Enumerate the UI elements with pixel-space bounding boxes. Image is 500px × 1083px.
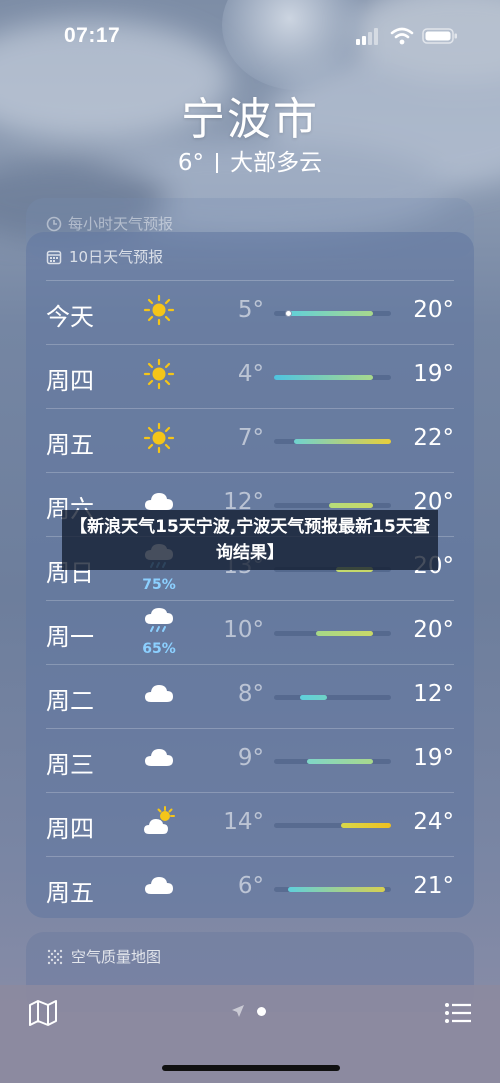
high-temperature: 22° (413, 425, 454, 451)
cloud-icon (142, 677, 176, 711)
temperature-range-fill (328, 503, 374, 508)
temperature-range-bar (274, 310, 391, 317)
signal-icon (356, 28, 378, 45)
hourly-title-text: 每小时天气预报 (68, 215, 174, 233)
cloud-icon (142, 869, 176, 903)
temperature-range-bar (274, 887, 391, 892)
location-arrow-icon (232, 1005, 244, 1017)
city-name: 宁波市 (181, 94, 319, 145)
forecast-day: 周二 (46, 687, 94, 715)
low-temperature: 6° (237, 873, 264, 899)
forecast-row[interactable]: 周五 6° 21° (46, 856, 454, 920)
forecast-row[interactable]: 周二 8° 12° (46, 664, 454, 728)
wifi-icon (390, 27, 414, 45)
low-temperature: 5° (237, 297, 264, 323)
high-temperature: 20° (413, 297, 454, 323)
temperature-range-bar (274, 759, 391, 764)
temperature-range-fill (306, 759, 374, 764)
location-header: 宁波市 6° 大部多云 (0, 94, 500, 178)
low-temperature: 9° (237, 745, 264, 771)
map-icon[interactable] (28, 999, 58, 1027)
temperature-range-bar (274, 695, 391, 700)
temperature-range-bar (274, 375, 391, 380)
high-temperature: 12° (413, 681, 454, 707)
low-temperature: 4° (237, 361, 264, 387)
status-bar: 07:17 (0, 0, 500, 76)
current-condition: 大部多云 (230, 150, 323, 176)
temperature-range-fill (285, 311, 374, 316)
forecast-day: 周五 (46, 431, 94, 459)
temperature-range-fill (340, 823, 391, 828)
precipitation-chance: 75% (142, 577, 176, 593)
low-temperature: 7° (237, 425, 264, 451)
high-temperature: 19° (413, 745, 454, 771)
status-time: 07:17 (64, 24, 121, 47)
temperature-range-bar (274, 439, 391, 444)
forecast-row[interactable]: 周四 4° 19° (46, 344, 454, 408)
temperature-range-fill (274, 375, 374, 380)
weather-summary: 6° 大部多云 (0, 148, 500, 178)
page-indicator[interactable] (231, 1004, 266, 1018)
forecast-row[interactable]: 周四 14° 24° (46, 792, 454, 856)
forecast-day: 今天 (46, 303, 94, 331)
daily-forecast-title: 10日天气预报 (46, 246, 163, 267)
battery-icon (422, 28, 457, 44)
temperature-range-fill (316, 631, 374, 636)
temperature-range-fill (293, 439, 391, 444)
temperature-range-bar (274, 503, 391, 508)
forecast-day: 周三 (46, 751, 94, 779)
current-temperature-marker (284, 310, 292, 317)
forecast-day: 周四 (46, 367, 94, 395)
temperature-range-fill (299, 695, 327, 700)
forecast-row[interactable]: 周一 65% 10° 20° (46, 600, 454, 664)
forecast-day: 周五 (46, 879, 94, 907)
high-temperature: 19° (413, 361, 454, 387)
overlay-banner: 【新浪天气15天宁波,宁波天气预报最新15天查询结果】 (62, 510, 438, 570)
forecast-row[interactable]: 周三 9° 19° (46, 728, 454, 792)
sun-icon (142, 421, 176, 455)
list-icon[interactable] (444, 1001, 472, 1025)
sun-icon (142, 357, 176, 391)
forecast-row[interactable]: 今天 5° 20° (46, 280, 454, 344)
high-temperature: 24° (413, 809, 454, 835)
air-quality-title-text: 空气质量地图 (71, 948, 162, 966)
low-temperature: 8° (237, 681, 264, 707)
temperature-range-fill (288, 887, 386, 892)
sun-icon (142, 293, 176, 327)
hourly-forecast-title: 每小时天气预报 (46, 213, 173, 234)
temperature-range-bar (274, 631, 391, 636)
home-indicator[interactable] (162, 1065, 340, 1071)
separator (216, 153, 219, 173)
forecast-day: 周四 (46, 815, 94, 843)
daily-title-text: 10日天气预报 (69, 248, 164, 266)
high-temperature: 21° (413, 873, 454, 899)
forecast-day: 周一 (46, 623, 94, 651)
high-temperature: 20° (413, 617, 454, 643)
low-temperature: 10° (223, 617, 264, 643)
temperature-range-bar (274, 823, 391, 828)
forecast-row[interactable]: 周五 7° 22° (46, 408, 454, 472)
air-dots-icon (47, 949, 63, 964)
precipitation-chance: 65% (142, 641, 176, 657)
page-dot-active (257, 1006, 266, 1016)
current-temperature: 6° (177, 150, 205, 176)
calendar-icon (46, 250, 62, 264)
bottom-toolbar (0, 985, 500, 1083)
cloud-icon (142, 741, 176, 775)
sun-cloud-icon (142, 805, 176, 839)
rain-cloud-icon (142, 605, 176, 639)
low-temperature: 14° (223, 809, 264, 835)
clock-icon (46, 216, 62, 231)
daily-forecast-list: 今天5°20°周四4°19°周五7°22°周六12°20°周日75%13°20°… (46, 280, 454, 920)
air-quality-title: 空气质量地图 (46, 946, 161, 967)
status-icons (356, 27, 458, 45)
